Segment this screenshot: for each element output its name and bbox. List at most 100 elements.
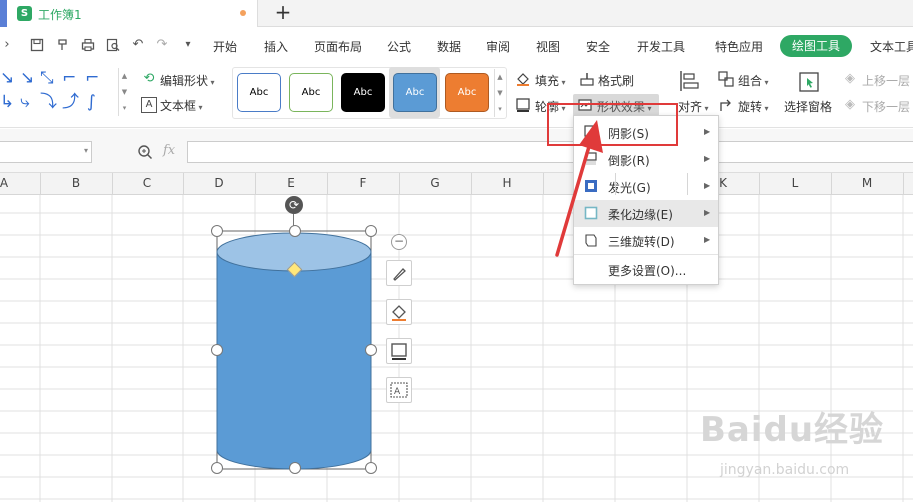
shape-style-float-button[interactable] <box>386 260 412 286</box>
print-preview-icon[interactable] <box>106 38 120 52</box>
resize-handle-sw[interactable] <box>211 462 223 474</box>
cell-grid[interactable] <box>0 195 913 502</box>
column-header-divider[interactable] <box>183 173 184 195</box>
menu-page-layout[interactable]: 页面布局 <box>314 38 362 55</box>
format-painter-icon <box>579 71 595 87</box>
edit-shape-button[interactable]: 编辑形状 ▾ <box>160 72 215 89</box>
column-header-h[interactable]: H <box>497 176 517 190</box>
fill-button[interactable]: 填充 ▾ <box>535 72 566 89</box>
rotate-button[interactable]: 旋转 ▾ <box>738 98 769 115</box>
column-header-e[interactable]: E <box>281 176 301 190</box>
column-header-divider[interactable] <box>255 173 256 195</box>
chevron-down-icon[interactable]: ▾ <box>84 146 88 155</box>
text-box-icon: A <box>390 382 408 398</box>
column-header-divider[interactable] <box>112 173 113 195</box>
send-backward-button[interactable]: 下移一层 <box>862 98 910 115</box>
curve-arrow-icon[interactable]: ⤴ <box>62 93 79 111</box>
curve-connector-icon[interactable]: ↳ <box>0 93 14 111</box>
menu-view[interactable]: 视图 <box>536 38 560 55</box>
double-arrow-line-icon[interactable]: ⤡ <box>40 69 54 87</box>
collapse-toolbar-icon[interactable]: − <box>391 234 407 250</box>
column-header-divider[interactable] <box>759 173 760 195</box>
elbow-connector-icon[interactable]: ⌐ <box>62 69 76 87</box>
menu-formulas[interactable]: 公式 <box>387 38 411 55</box>
name-box[interactable]: ▾ <box>0 141 92 163</box>
elbow-connector-icon[interactable]: ⌐ <box>85 69 99 87</box>
style-sample-3[interactable]: Abc <box>341 73 385 112</box>
column-header-l[interactable]: L <box>785 176 805 190</box>
style-gallery-scroll[interactable]: ▲ ▼ ▾ <box>494 69 505 117</box>
document-tab[interactable]: S 工作簿1 <box>0 0 258 27</box>
text-box-icon: A <box>141 97 157 113</box>
style-sample-4[interactable]: Abc <box>393 73 437 112</box>
curve-connector-icon[interactable]: ⤵ <box>40 93 57 111</box>
column-header-divider[interactable] <box>471 173 472 195</box>
column-header-divider[interactable] <box>399 173 400 195</box>
undo-icon[interactable]: ↶ <box>131 38 145 52</box>
shape-outline-float-button[interactable] <box>386 338 412 364</box>
menu-text-tools[interactable]: 文本工具 <box>870 38 913 55</box>
resize-handle-n[interactable] <box>289 225 301 237</box>
style-sample-1[interactable]: Abc <box>237 73 281 112</box>
column-header-divider[interactable] <box>615 173 616 195</box>
submenu-arrow-icon: ▶ <box>704 154 711 163</box>
menu-home[interactable]: 开始 <box>213 38 237 55</box>
resize-handle-e[interactable] <box>365 344 377 356</box>
arrow-line-icon[interactable]: ↘ <box>0 69 14 87</box>
menu-data[interactable]: 数据 <box>437 38 461 55</box>
column-header-b[interactable]: B <box>66 176 86 190</box>
freeform-curve-icon[interactable]: ∫ <box>87 93 96 111</box>
resize-handle-nw[interactable] <box>211 225 223 237</box>
menu-drawing-tools[interactable]: 绘图工具 <box>780 35 852 57</box>
column-header-d[interactable]: D <box>209 176 229 190</box>
selection-pane-button[interactable]: 选择窗格 <box>784 98 832 115</box>
fx-label[interactable]: fx <box>163 143 175 158</box>
bring-forward-button[interactable]: 上移一层 <box>862 72 910 89</box>
more-icon[interactable]: ▾ <box>181 38 195 52</box>
redo-icon[interactable]: ↷ <box>155 38 169 52</box>
resize-handle-w[interactable] <box>211 344 223 356</box>
resize-handle-s[interactable] <box>289 462 301 474</box>
column-header-a[interactable]: A <box>0 176 14 190</box>
align-button[interactable]: 对齐 ▾ <box>678 98 709 115</box>
print-icon[interactable] <box>81 38 95 52</box>
menu-review[interactable]: 审阅 <box>486 38 510 55</box>
menu-special[interactable]: 特色应用 <box>715 38 763 55</box>
format-painter-button[interactable]: 格式刷 <box>598 72 634 89</box>
column-header-g[interactable]: G <box>425 176 445 190</box>
svg-text:A: A <box>394 387 401 397</box>
style-sample-5[interactable]: Abc <box>445 73 489 112</box>
new-tab-button[interactable]: + <box>273 1 293 25</box>
shape-fill-float-button[interactable] <box>386 299 412 325</box>
column-header-divider[interactable] <box>40 173 41 195</box>
style-sample-2[interactable]: Abc <box>289 73 333 112</box>
column-header-divider[interactable] <box>831 173 832 195</box>
zoom-search-icon[interactable] <box>137 144 153 160</box>
menu-item-label: 三维旋转(D) <box>608 235 675 249</box>
arrow-line-icon[interactable]: ↘ <box>20 69 34 87</box>
rotate-handle-icon[interactable]: ⟳ <box>285 196 303 214</box>
menu-insert[interactable]: 插入 <box>264 38 288 55</box>
save-icon[interactable] <box>30 38 44 52</box>
resize-handle-ne[interactable] <box>365 225 377 237</box>
column-header-c[interactable]: C <box>137 176 157 190</box>
curve-connector-icon[interactable]: ⤷ <box>20 93 30 111</box>
bring-forward-icon: ◈ <box>845 71 855 86</box>
menu-developer[interactable]: 开发工具 <box>637 38 685 55</box>
column-header-f[interactable]: F <box>353 176 373 190</box>
cylinder-shape[interactable] <box>210 222 380 477</box>
text-box-button[interactable]: 文本框 ▾ <box>160 97 203 114</box>
column-header-divider[interactable] <box>543 173 544 195</box>
shape-textbox-float-button[interactable]: A <box>386 377 412 403</box>
column-header-m[interactable]: M <box>857 176 877 190</box>
expand-chevron-icon[interactable]: › <box>0 38 14 52</box>
resize-handle-se[interactable] <box>365 462 377 474</box>
column-header-divider[interactable] <box>903 173 904 195</box>
format-painter-icon[interactable] <box>56 38 70 52</box>
group-button[interactable]: 组合 ▾ <box>738 72 769 89</box>
gallery-scroll[interactable]: ▲ ▼ ▾ <box>118 68 130 116</box>
menu-security[interactable]: 安全 <box>586 38 610 55</box>
menu-separator <box>574 254 718 255</box>
column-header-divider[interactable] <box>687 173 688 195</box>
column-header-divider[interactable] <box>327 173 328 195</box>
